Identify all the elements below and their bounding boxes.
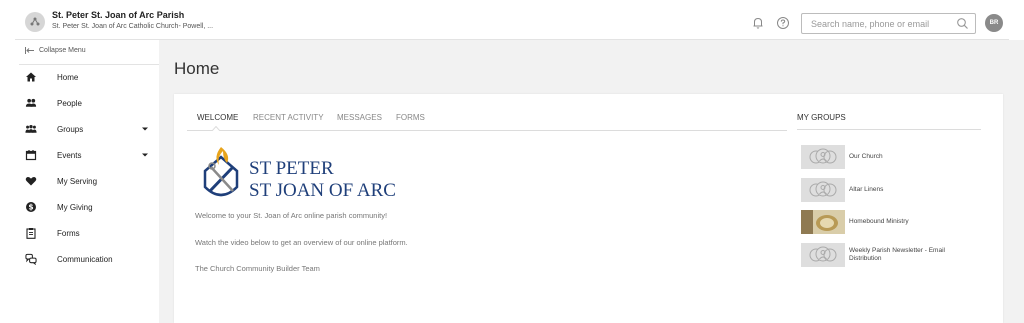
group-item[interactable]: Homebound Ministry: [801, 210, 991, 234]
sidebar-item-my-giving[interactable]: $ My Giving: [19, 196, 159, 218]
my-groups-title: MY GROUPS: [797, 113, 846, 122]
welcome-text: Watch the video below to get an overview…: [195, 238, 408, 247]
tab-forms[interactable]: FORMS: [396, 113, 425, 122]
tab-messages[interactable]: MESSAGES: [337, 113, 382, 122]
home-card: WELCOME RECENT ACTIVITY MESSAGES FORMS S…: [174, 94, 1003, 323]
chat-icon: [25, 253, 37, 265]
church-logo-icon[interactable]: [25, 12, 45, 32]
clipboard-icon: [25, 227, 37, 239]
group-name: Weekly Parish Newsletter - Email Distrib…: [849, 247, 945, 262]
dollar-icon: $: [25, 201, 37, 213]
help-icon[interactable]: [776, 16, 790, 30]
heart-icon: [25, 175, 37, 187]
tab-bar: WELCOME RECENT ACTIVITY MESSAGES FORMS: [187, 110, 787, 131]
welcome-text: Welcome to your St. Joan of Arc online p…: [195, 211, 388, 220]
group-item[interactable]: Altar Linens: [801, 178, 991, 202]
parish-logo: ST PETER ST JOAN OF ARC: [201, 143, 421, 207]
sidebar-item-label: People: [57, 98, 82, 108]
main-content: Home WELCOME RECENT ACTIVITY MESSAGES FO…: [159, 40, 1024, 323]
top-bar: St. Peter St. Joan of Arc Parish St. Pet…: [15, 8, 1009, 40]
group-placeholder-icon: [801, 243, 845, 267]
sidebar-item-forms[interactable]: Forms: [19, 222, 159, 244]
people-icon: [25, 97, 37, 109]
search-input[interactable]: [811, 17, 951, 30]
logo-text-line2: ST JOAN OF ARC: [249, 180, 396, 201]
sidebar-item-label: My Serving: [57, 176, 98, 186]
tab-recent-activity[interactable]: RECENT ACTIVITY: [253, 113, 324, 122]
sidebar-item-label: My Giving: [57, 202, 93, 212]
collapse-menu-button[interactable]: Collapse Menu: [25, 47, 86, 54]
home-icon: [25, 71, 37, 83]
sidebar: Collapse Menu Home People Groups Events …: [15, 40, 159, 323]
welcome-text: The Church Community Builder Team: [195, 264, 320, 273]
sidebar-item-label: Groups: [57, 124, 84, 134]
group-photo: [801, 210, 845, 234]
search-box: [801, 13, 976, 34]
divider: [797, 129, 981, 130]
group-item[interactable]: Weekly Parish Newsletter - Email Distrib…: [801, 243, 991, 267]
chevron-down-icon[interactable]: [141, 126, 149, 132]
org-title[interactable]: St. Peter St. Joan of Arc Parish: [52, 10, 184, 20]
calendar-icon: [25, 149, 37, 161]
active-tab-pointer-icon: [212, 126, 220, 131]
org-subtitle: St. Peter St. Joan of Arc Catholic Churc…: [52, 23, 214, 30]
groups-icon: [25, 123, 37, 135]
logo-emblem-icon: [203, 147, 239, 197]
group-item[interactable]: Our Church: [801, 145, 991, 169]
svg-text:$: $: [28, 203, 33, 212]
divider: [19, 64, 159, 65]
page-title: Home: [174, 59, 220, 78]
collapse-menu-label: Collapse Menu: [39, 47, 86, 54]
bell-icon[interactable]: [751, 16, 765, 30]
sidebar-item-groups[interactable]: Groups: [19, 118, 159, 140]
group-name: Our Church: [849, 153, 883, 160]
sidebar-item-events[interactable]: Events: [19, 144, 159, 166]
group-name: Altar Linens: [849, 186, 884, 193]
tab-divider: [187, 130, 787, 131]
group-placeholder-icon: [801, 145, 845, 169]
chevron-down-icon[interactable]: [141, 152, 149, 158]
sidebar-item-communication[interactable]: Communication: [19, 248, 159, 270]
sidebar-item-my-serving[interactable]: My Serving: [19, 170, 159, 192]
sidebar-item-home[interactable]: Home: [19, 66, 159, 88]
avatar[interactable]: BR: [985, 14, 1003, 32]
sidebar-item-label: Events: [57, 150, 82, 160]
sidebar-item-label: Forms: [57, 228, 80, 238]
search-icon[interactable]: [956, 17, 969, 30]
logo-text-line1: ST PETER: [249, 158, 334, 179]
group-placeholder-icon: [801, 178, 845, 202]
sidebar-item-people[interactable]: People: [19, 92, 159, 114]
collapse-icon: [25, 47, 34, 54]
sidebar-item-label: Communication: [57, 254, 113, 264]
sidebar-item-label: Home: [57, 72, 79, 82]
tab-welcome[interactable]: WELCOME: [197, 113, 238, 122]
group-name: Homebound Ministry: [849, 218, 909, 225]
